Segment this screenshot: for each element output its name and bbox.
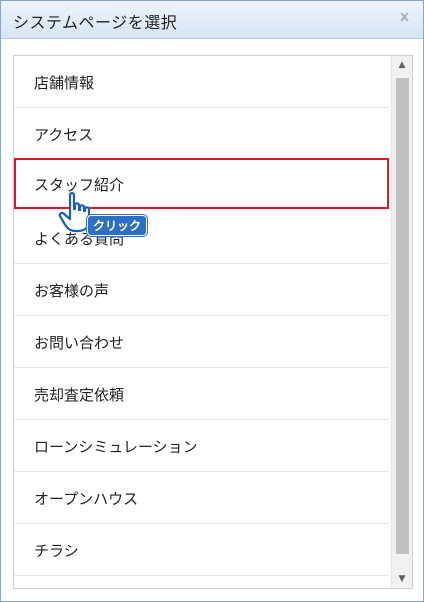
dialog-title: システムページを選択 (13, 13, 178, 32)
list-item-label: お客様の声 (34, 282, 110, 300)
list-item-label: 店舗情報 (34, 74, 95, 92)
list-item-label: アクセス (34, 126, 94, 144)
list-item-store-info[interactable]: 店舗情報 (14, 56, 389, 108)
list-item-label: ローンシミュレーション (34, 438, 198, 456)
list-item-contact[interactable]: お問い合わせ (14, 316, 389, 368)
triangle-down-icon[interactable]: ▼ (392, 570, 412, 588)
system-page-dialog: システムページを選択 x 店舗情報 アクセス スタッフ紹介 よくある質問 お客様… (0, 0, 424, 602)
click-badge: クリック (87, 215, 148, 236)
list-item-loan-simulation[interactable]: ローンシミュレーション (14, 420, 389, 472)
list-item-flyer[interactable]: チラシ (14, 524, 389, 576)
list-item-label: チラシ (34, 542, 79, 560)
list-item-open-house[interactable]: オープンハウス (14, 472, 389, 524)
list-item-sale-appraisal[interactable]: 売却査定依頼 (14, 368, 389, 420)
vertical-scrollbar[interactable]: ▲ ▼ (391, 56, 412, 588)
list-item-label: 売却査定依頼 (34, 386, 125, 404)
dialog-titlebar: システムページを選択 x (1, 1, 423, 39)
close-icon[interactable]: x (400, 9, 409, 25)
scrollbar-thumb[interactable] (396, 78, 409, 554)
triangle-up-icon[interactable]: ▲ (392, 56, 412, 74)
list-item-label: オープンハウス (34, 490, 139, 508)
page-list[interactable]: 店舗情報 アクセス スタッフ紹介 よくある質問 お客様の声 お問い合わせ 売却査… (13, 55, 413, 589)
list-item-label: お問い合わせ (34, 334, 125, 352)
list-item-customer-voice[interactable]: お客様の声 (14, 264, 389, 316)
list-item-access[interactable]: アクセス (14, 108, 389, 160)
